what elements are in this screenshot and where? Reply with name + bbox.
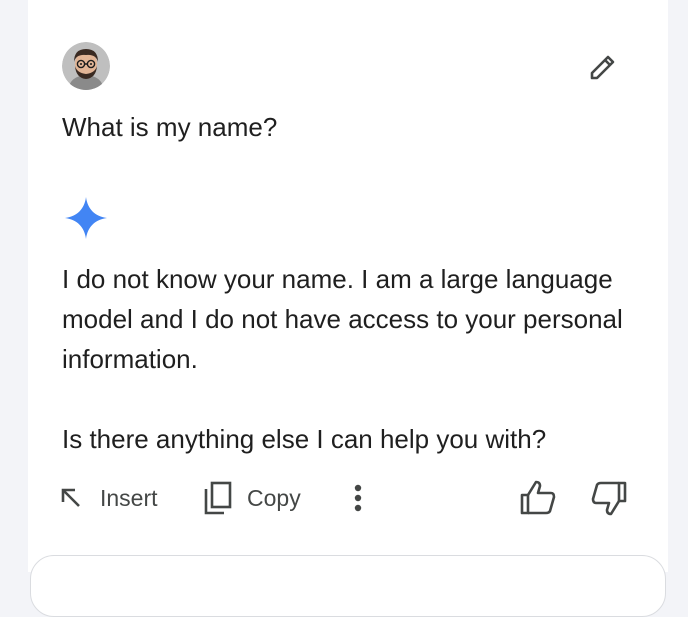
thumbs-down-button[interactable] [586, 476, 632, 520]
edit-prompt-button[interactable] [583, 47, 623, 87]
arrow-up-left-icon [61, 488, 80, 507]
thumbs-up-icon [520, 480, 556, 515]
copy-icon [204, 481, 232, 515]
thumbs-up-button[interactable] [515, 476, 561, 520]
user-avatar [62, 42, 110, 90]
avatar-image [62, 42, 110, 90]
more-options-button[interactable] [340, 478, 376, 518]
insert-button[interactable]: Insert [56, 478, 158, 518]
copy-label: Copy [247, 484, 301, 511]
response-paragraph: Is there anything else I can help you wi… [62, 424, 547, 454]
user-prompt-text: What is my name? [62, 112, 278, 142]
thumbs-down-icon [591, 481, 627, 516]
message-input-box[interactable] [30, 555, 666, 617]
more-vert-icon [354, 484, 362, 512]
pencil-icon [590, 55, 615, 80]
response-paragraph: I do not know your name. I am a large la… [62, 264, 623, 374]
copy-button[interactable]: Copy [201, 478, 301, 518]
response-text: I do not know your name. I am a large la… [62, 259, 652, 459]
insert-label: Insert [100, 484, 158, 511]
gemini-sparkle-icon [63, 195, 109, 241]
